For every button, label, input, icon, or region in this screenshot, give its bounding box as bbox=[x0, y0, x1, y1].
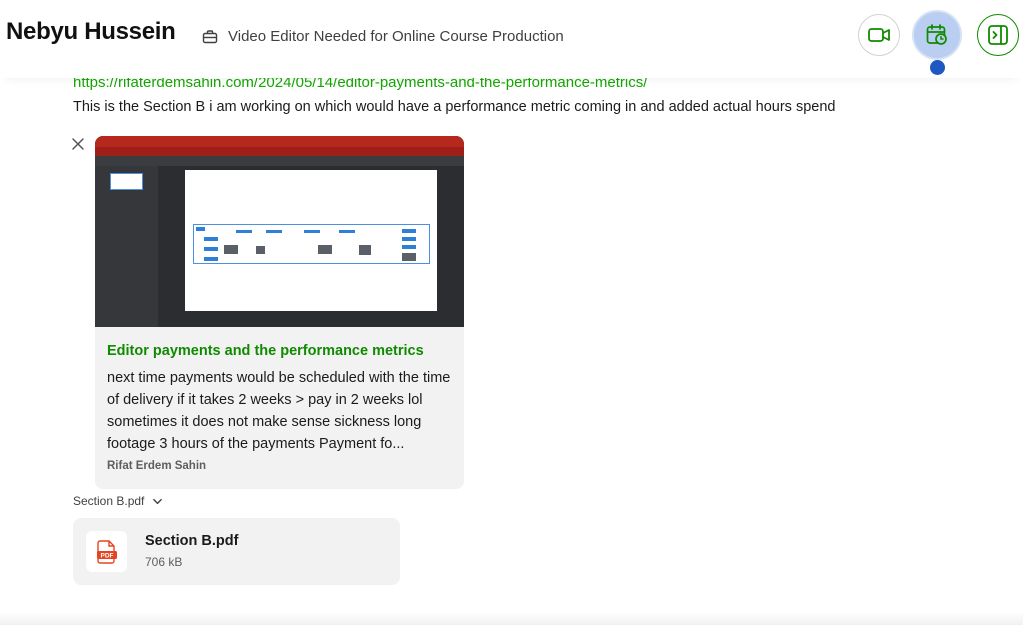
thumb-flow-box bbox=[304, 230, 320, 233]
thumb-browser-bar bbox=[95, 136, 464, 147]
thumb-flow-image bbox=[359, 245, 371, 255]
job-link[interactable]: Video Editor Needed for Online Course Pr… bbox=[202, 28, 564, 45]
pdf-icon: PDF bbox=[96, 539, 117, 564]
thumb-flow-image bbox=[256, 246, 265, 254]
file-name: Section B.pdf bbox=[145, 533, 239, 549]
link-preview-card[interactable]: Editor payments and the performance metr… bbox=[95, 136, 464, 489]
schedule-meeting-button[interactable] bbox=[912, 10, 962, 60]
contact-name[interactable]: Nebyu Hussein bbox=[6, 18, 176, 46]
close-icon[interactable] bbox=[71, 137, 85, 151]
thumb-flow-box bbox=[402, 245, 416, 249]
pdf-icon-label: PDF bbox=[100, 552, 113, 559]
thumb-page-mini bbox=[110, 173, 143, 190]
thumb-flow-box bbox=[236, 230, 252, 233]
thumb-flow-box bbox=[196, 227, 205, 231]
thumb-flow-image bbox=[224, 245, 238, 254]
preview-author: Rifat Erdem Sahin bbox=[107, 460, 207, 472]
video-call-button[interactable] bbox=[858, 14, 900, 56]
preview-excerpt: next time payments would be scheduled wi… bbox=[107, 370, 451, 452]
sidebar-toggle-icon bbox=[988, 25, 1008, 45]
thumb-pdf-toolbar bbox=[95, 156, 464, 166]
notification-dot bbox=[930, 60, 945, 75]
thumb-flow-image bbox=[318, 245, 332, 254]
calendar-clock-icon bbox=[926, 24, 947, 45]
composer-divider bbox=[0, 612, 1023, 625]
thumb-flow-box bbox=[339, 230, 355, 233]
video-camera-icon bbox=[868, 28, 890, 42]
preview-thumbnail bbox=[95, 136, 464, 327]
briefcase-icon bbox=[202, 29, 218, 43]
conversation-header: Nebyu Hussein Video Editor Needed for On… bbox=[0, 0, 1023, 78]
file-size: 706 kB bbox=[145, 555, 183, 569]
thumb-flow-box bbox=[204, 237, 218, 241]
job-title: Video Editor Needed for Online Course Pr… bbox=[228, 28, 564, 45]
preview-title[interactable]: Editor payments and the performance metr… bbox=[107, 343, 424, 359]
toggle-sidebar-button[interactable] bbox=[977, 14, 1019, 56]
thumb-bookmarks-bar bbox=[95, 147, 464, 156]
thumb-flow-box bbox=[402, 229, 416, 233]
thumb-flow-box bbox=[204, 247, 218, 251]
thumb-flow-image bbox=[402, 253, 416, 261]
message-text: This is the Section B i am working on wh… bbox=[73, 99, 836, 115]
thumb-flow-diagram bbox=[193, 224, 430, 264]
thumb-flow-box bbox=[204, 257, 218, 261]
chat-message-view: Nebyu Hussein Video Editor Needed for On… bbox=[0, 0, 1023, 625]
thumb-page-sidebar bbox=[95, 166, 158, 327]
file-attachment[interactable]: PDF Section B.pdf 706 kB bbox=[73, 518, 400, 585]
attachment-section-label: Section B.pdf bbox=[73, 494, 145, 508]
pdf-file-icon: PDF bbox=[86, 531, 127, 572]
attachment-section-toggle[interactable]: Section B.pdf bbox=[73, 494, 163, 508]
thumb-flow-box bbox=[402, 237, 416, 241]
chevron-down-icon bbox=[153, 498, 163, 504]
thumb-flow-box bbox=[266, 230, 282, 233]
